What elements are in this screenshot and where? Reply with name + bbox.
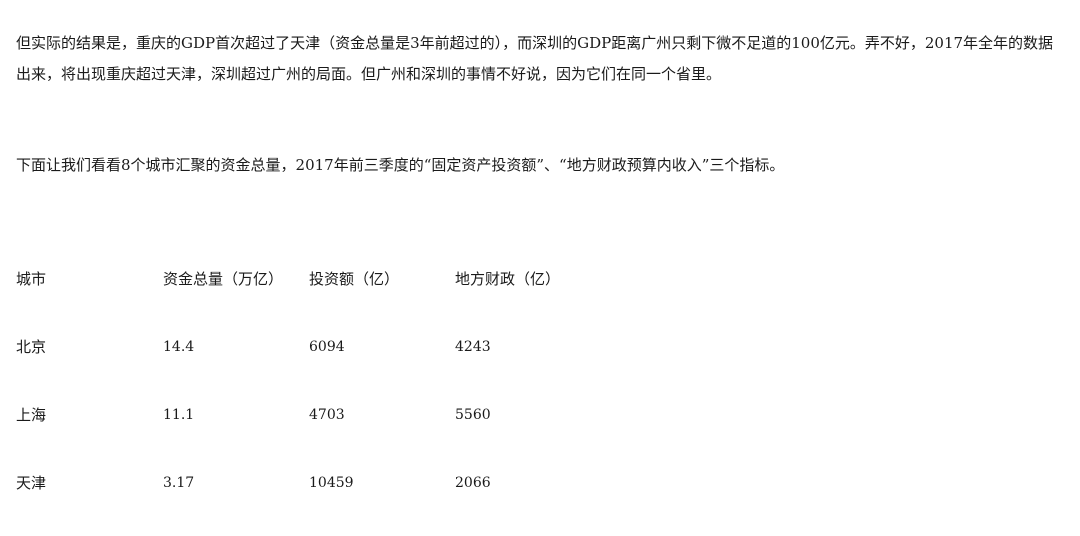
cell-local-finance: 5560 [455,407,491,423]
cell-local-finance: 4243 [455,339,491,355]
cell-investment: 6094 [309,339,345,355]
city-data-table: 城市 资金总量（万亿） 投资额（亿） 地方财政（亿） 北京 14.4 6094 … [16,264,716,536]
header-city: 城市 [16,270,47,288]
cell-investment: 4703 [309,407,345,423]
table-row: 北京 14.4 6094 4243 [16,332,716,400]
cell-local-finance: 2066 [455,475,491,491]
table-row: 上海 11.1 4703 5560 [16,400,716,468]
cell-investment: 10459 [309,475,354,491]
paragraph-1: 但实际的结果是，重庆的GDP首次超过了天津（资金总量是3年前超过的），而深圳的G… [16,34,1054,83]
header-investment: 投资额（亿） [309,270,400,288]
header-local-finance: 地方财政（亿） [455,270,561,288]
header-total-funds: 资金总量（万亿） [163,270,284,288]
cell-total-funds: 11.1 [163,407,195,423]
cell-city: 北京 [16,338,47,356]
cell-total-funds: 3.17 [163,475,195,491]
paragraph-2: 下面让我们看看8个城市汇聚的资金总量，2017年前三季度的“固定资产投资额”、“… [16,156,785,174]
cell-total-funds: 14.4 [163,339,195,355]
table-header-row: 城市 资金总量（万亿） 投资额（亿） 地方财政（亿） [16,264,716,332]
table-row: 天津 3.17 10459 2066 [16,468,716,536]
cell-city: 上海 [16,406,47,424]
cell-city: 天津 [16,474,47,492]
